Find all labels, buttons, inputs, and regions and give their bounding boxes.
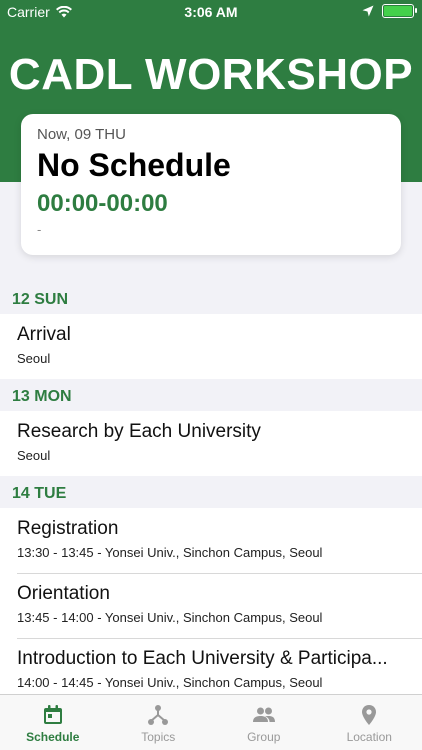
item-title: Research by Each University xyxy=(17,421,261,442)
now-time: 00:00-00:00 xyxy=(37,190,168,217)
app-title: CADL WORKSHOP xyxy=(8,50,414,99)
tab-bar: Schedule Topics Group Location xyxy=(0,694,422,750)
item-subtitle: Seoul xyxy=(17,448,51,463)
tab-label: Group xyxy=(247,730,281,744)
tab-label: Location xyxy=(346,730,392,744)
now-title: No Schedule xyxy=(37,147,231,183)
battery-icon xyxy=(382,4,417,18)
item-title: Introduction to Each University & Partic… xyxy=(17,648,388,669)
status-bar: Carrier 3:06 AM xyxy=(0,0,422,24)
location-pin-icon xyxy=(362,705,377,725)
tab-label: Topics xyxy=(141,730,176,744)
list-item[interactable]: Registration 13:30 - 13:45 - Yonsei Univ… xyxy=(0,508,422,573)
section-header: 14 TUE xyxy=(0,476,422,508)
section-header: 12 SUN xyxy=(0,282,422,314)
list-item[interactable]: Orientation 13:45 - 14:00 - Yonsei Univ.… xyxy=(0,573,422,638)
group-icon xyxy=(252,707,275,722)
item-title: Arrival xyxy=(17,324,71,345)
item-subtitle: 13:30 - 13:45 - Yonsei Univ., Sinchon Ca… xyxy=(17,545,323,560)
list-item[interactable]: Arrival Seoul xyxy=(0,314,422,379)
tab-location[interactable]: Location xyxy=(317,695,422,750)
item-title: Orientation xyxy=(17,583,110,604)
tab-label: Schedule xyxy=(26,730,80,744)
location-arrow-icon xyxy=(362,5,374,17)
now-card: Now, 09 THU No Schedule 00:00-00:00 - xyxy=(21,114,401,255)
calendar-icon xyxy=(43,705,62,724)
now-label: Now, 09 THU xyxy=(37,126,126,143)
status-time: 3:06 AM xyxy=(184,4,238,20)
list-item[interactable]: Research by Each University Seoul xyxy=(0,411,422,476)
item-title: Registration xyxy=(17,518,119,539)
status-right xyxy=(362,4,417,18)
topics-icon xyxy=(148,705,169,725)
section-header: 13 MON xyxy=(0,379,422,411)
item-subtitle: Seoul xyxy=(17,351,51,366)
tab-group[interactable]: Group xyxy=(211,695,317,750)
battery-level xyxy=(384,6,412,16)
item-subtitle: 13:45 - 14:00 - Yonsei Univ., Sinchon Ca… xyxy=(17,610,323,625)
tab-schedule[interactable]: Schedule xyxy=(0,695,106,750)
schedule-list[interactable]: 12 SUN Arrival Seoul 13 MON Research by … xyxy=(0,282,422,703)
item-subtitle: 14:00 - 14:45 - Yonsei Univ., Sinchon Ca… xyxy=(17,675,323,690)
now-place: - xyxy=(37,222,42,237)
tab-topics[interactable]: Topics xyxy=(106,695,212,750)
